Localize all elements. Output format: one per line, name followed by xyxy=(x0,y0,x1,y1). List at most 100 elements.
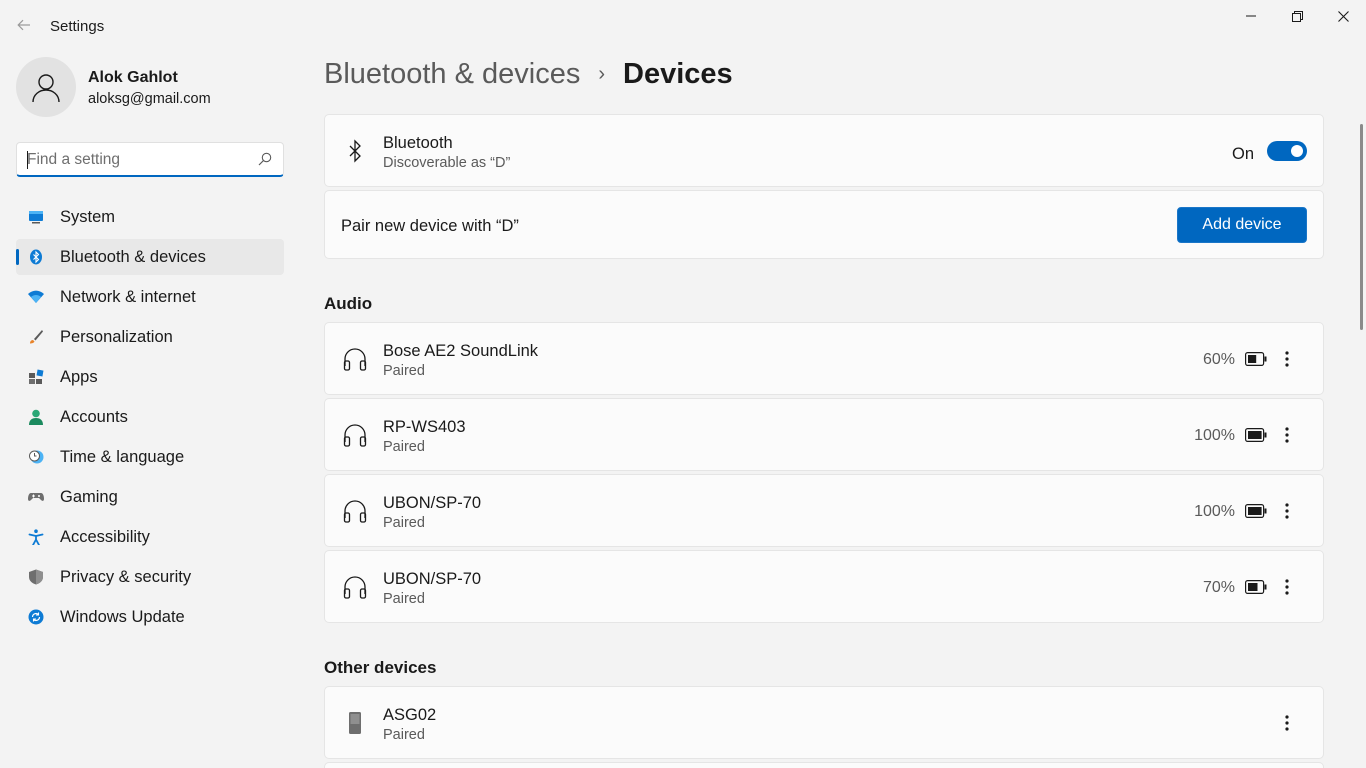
time-language-icon xyxy=(29,450,44,464)
sidebar-item-system[interactable]: System xyxy=(16,199,284,235)
sidebar-item-label: Bluetooth & devices xyxy=(60,248,206,266)
gamepad-icon xyxy=(28,493,44,501)
brush-icon xyxy=(30,330,43,344)
battery-icon xyxy=(1245,352,1267,366)
headphones-icon xyxy=(343,500,367,523)
battery-icon xyxy=(1245,504,1267,518)
battery-percent: 100% xyxy=(1194,503,1235,520)
sidebar-nav: System Bluetooth & devices Network & int… xyxy=(16,199,284,639)
title-bar: Settings xyxy=(0,0,1366,48)
bluetooth-discoverable-text: Discoverable as “D” xyxy=(383,155,511,171)
bluetooth-icon xyxy=(30,249,42,265)
device-name: UBON/SP-70 xyxy=(383,570,482,588)
device-icon xyxy=(349,712,361,734)
more-vertical-icon xyxy=(1285,503,1289,519)
bluetooth-icon xyxy=(349,139,361,163)
audio-section-title: Audio xyxy=(324,294,373,313)
audio-device-row[interactable]: UBON/SP-70 Paired 100% xyxy=(324,474,1324,547)
breadcrumb-chevron-icon: › xyxy=(598,63,605,85)
sidebar-item-apps[interactable]: Apps xyxy=(16,359,284,395)
update-icon xyxy=(28,609,44,625)
device-name: ASG02 xyxy=(383,706,437,724)
restore-icon xyxy=(1291,10,1303,22)
next-device-row[interactable] xyxy=(324,762,1324,768)
close-button[interactable] xyxy=(1320,0,1366,32)
sidebar-item-label: Privacy & security xyxy=(60,568,192,586)
shield-icon xyxy=(29,569,43,585)
more-vertical-icon xyxy=(1285,715,1289,731)
add-device-button[interactable]: Add device xyxy=(1177,207,1307,243)
text-caret xyxy=(27,151,28,169)
avatar[interactable] xyxy=(16,57,76,117)
apps-icon xyxy=(29,369,44,384)
search-box[interactable] xyxy=(16,142,284,177)
sidebar-item-label: Time & language xyxy=(60,448,185,466)
device-status: Paired xyxy=(383,363,425,379)
toggle-knob xyxy=(1291,145,1303,157)
system-icon xyxy=(29,211,43,224)
audio-device-row[interactable]: Bose AE2 SoundLink Paired 60% xyxy=(324,322,1324,395)
search-input[interactable] xyxy=(27,150,247,170)
sidebar-item-label: Gaming xyxy=(60,488,118,506)
restore-button[interactable] xyxy=(1274,0,1320,32)
sidebar-item-label: Personalization xyxy=(60,328,173,346)
sidebar-item-gaming[interactable]: Gaming xyxy=(16,479,284,515)
app-title: Settings xyxy=(50,18,105,35)
pair-device-card: Pair new device with “D” Add device xyxy=(324,190,1324,259)
minimize-icon xyxy=(1246,15,1256,17)
more-options-button[interactable] xyxy=(1277,421,1297,449)
more-vertical-icon xyxy=(1285,351,1289,367)
accounts-icon xyxy=(29,409,43,425)
sidebar-item-label: Apps xyxy=(60,368,98,386)
sidebar-item-windows-update[interactable]: Windows Update xyxy=(16,599,284,635)
sidebar-item-time-language[interactable]: Time & language xyxy=(16,439,284,475)
back-arrow-icon xyxy=(17,19,30,31)
sidebar-item-accessibility[interactable]: Accessibility xyxy=(16,519,284,555)
user-icon xyxy=(32,74,60,103)
battery-percent: 100% xyxy=(1194,427,1235,444)
close-icon xyxy=(1337,10,1349,22)
sidebar-item-privacy-security[interactable]: Privacy & security xyxy=(16,559,284,595)
more-options-button[interactable] xyxy=(1277,573,1297,601)
sidebar-item-personalization[interactable]: Personalization xyxy=(16,319,284,355)
sidebar-item-label: Windows Update xyxy=(60,608,185,626)
wifi-icon xyxy=(28,290,44,303)
device-name: Bose AE2 SoundLink xyxy=(383,342,539,360)
device-status: Paired xyxy=(383,515,425,531)
user-name: Alok Gahlot xyxy=(88,69,178,86)
more-vertical-icon xyxy=(1285,579,1289,595)
more-options-button[interactable] xyxy=(1277,345,1297,373)
sidebar-item-label: Accounts xyxy=(60,408,128,426)
other-device-row[interactable]: ASG02 Paired xyxy=(324,686,1324,759)
accessibility-icon xyxy=(28,529,44,545)
battery-percent: 60% xyxy=(1202,351,1235,368)
sidebar-item-label: System xyxy=(60,208,116,226)
sidebar-item-network[interactable]: Network & internet xyxy=(16,279,284,315)
device-status: Paired xyxy=(383,727,425,743)
headphones-icon xyxy=(343,576,367,599)
breadcrumb-parent-link[interactable]: Bluetooth & devices xyxy=(324,58,580,91)
search-icon[interactable] xyxy=(257,151,273,167)
more-options-button[interactable] xyxy=(1277,497,1297,525)
bluetooth-card: Bluetooth Discoverable as “D” On xyxy=(324,114,1324,187)
bluetooth-state-label: On xyxy=(1232,145,1255,163)
scrollbar-thumb[interactable] xyxy=(1360,124,1363,330)
sidebar-item-label: Accessibility xyxy=(60,528,150,546)
bluetooth-toggle[interactable] xyxy=(1267,141,1307,161)
more-options-button[interactable] xyxy=(1277,709,1297,737)
sidebar-item-accounts[interactable]: Accounts xyxy=(16,399,284,435)
device-status: Paired xyxy=(383,439,425,455)
more-vertical-icon xyxy=(1285,427,1289,443)
battery-percent: 70% xyxy=(1202,579,1235,596)
device-name: UBON/SP-70 xyxy=(383,494,482,512)
audio-device-row[interactable]: UBON/SP-70 Paired 70% xyxy=(324,550,1324,623)
breadcrumb: Bluetooth & devices › Devices xyxy=(324,58,733,91)
minimize-button[interactable] xyxy=(1228,0,1274,32)
other-devices-section-title: Other devices xyxy=(324,658,437,677)
user-email: aloksg@gmail.com xyxy=(88,91,211,107)
audio-device-row[interactable]: RP-WS403 Paired 100% xyxy=(324,398,1324,471)
sidebar-item-bluetooth[interactable]: Bluetooth & devices xyxy=(16,239,284,275)
back-button[interactable] xyxy=(10,12,38,38)
pair-device-label: Pair new device with “D” xyxy=(341,217,519,235)
device-name: RP-WS403 xyxy=(383,418,466,436)
